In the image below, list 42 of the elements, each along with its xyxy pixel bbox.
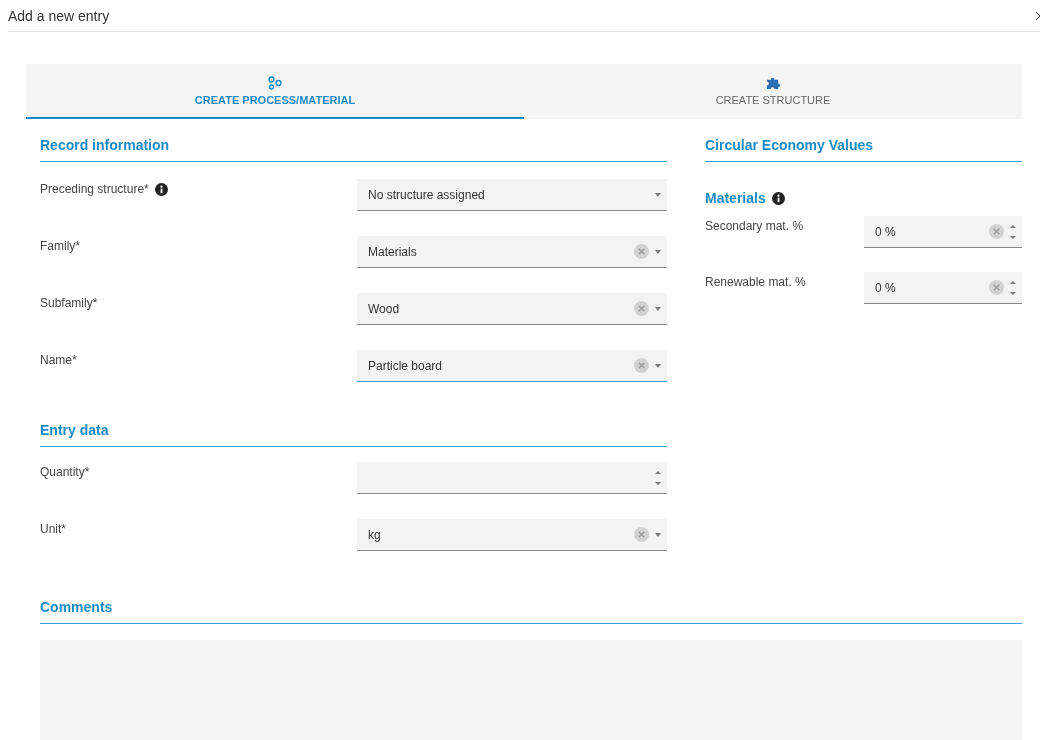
number-field[interactable]: [357, 462, 667, 494]
caret-icon[interactable]: [655, 249, 661, 254]
info-icon: [771, 191, 785, 205]
tab[interactable]: CREATE STRUCTURE: [524, 64, 1022, 119]
select-field[interactable]: No structure assigned: [357, 179, 667, 211]
clear-icon[interactable]: [634, 301, 649, 316]
field-label: Name*: [40, 353, 77, 367]
clear-icon[interactable]: [634, 244, 649, 259]
section-heading: Circular Economy Values: [705, 119, 1022, 162]
field-label: Family*: [40, 239, 80, 253]
puzzle-icon: [765, 75, 781, 90]
number-field[interactable]: 0 %: [864, 216, 1022, 248]
dialog-title: Add a new entry: [8, 7, 110, 24]
caret-icon[interactable]: [655, 363, 661, 368]
close-icon[interactable]: [1036, 11, 1040, 20]
select-field[interactable]: kg: [357, 519, 667, 551]
field-label: Preceding structure*: [40, 182, 149, 196]
section-heading: Entry data: [40, 404, 667, 447]
select-field[interactable]: Materials: [357, 236, 667, 268]
select-field[interactable]: Particle board: [357, 350, 667, 382]
field-label: Subfamily*: [40, 296, 98, 310]
spinner-icon[interactable]: [655, 469, 661, 486]
field-label: Renewable mat. %: [705, 275, 806, 289]
info-icon: [154, 182, 168, 196]
section-heading: Comments: [40, 581, 1022, 624]
clear-icon[interactable]: [634, 527, 649, 542]
clear-icon[interactable]: [989, 224, 1004, 239]
spinner-icon[interactable]: [1010, 223, 1016, 240]
circles-icon: [268, 75, 282, 90]
caret-icon[interactable]: [655, 192, 661, 197]
field-label: Unit*: [40, 522, 66, 536]
field-label: Secondary mat. %: [705, 219, 804, 233]
number-field[interactable]: 0 %: [864, 272, 1022, 304]
caret-icon[interactable]: [655, 532, 661, 537]
spinner-icon[interactable]: [1010, 279, 1016, 296]
caret-icon[interactable]: [655, 306, 661, 311]
select-field[interactable]: Wood: [357, 293, 667, 325]
clear-icon[interactable]: [989, 280, 1004, 295]
subsection-heading: Materials: [705, 190, 766, 206]
section-heading: Record information: [40, 119, 667, 162]
field-label: Quantity*: [40, 465, 90, 479]
clear-icon[interactable]: [634, 358, 649, 373]
